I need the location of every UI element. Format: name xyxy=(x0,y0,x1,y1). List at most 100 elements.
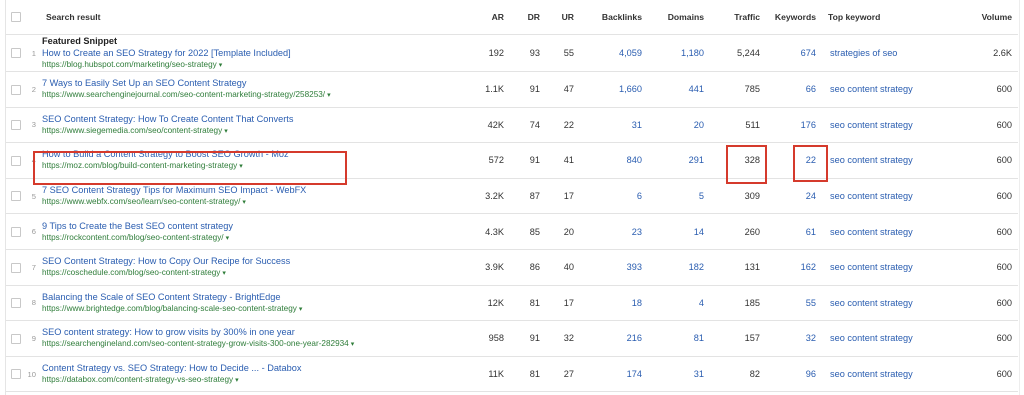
checkbox-box[interactable] xyxy=(11,298,21,309)
keywords-link[interactable]: 32 xyxy=(766,320,822,357)
header-ur[interactable]: UR xyxy=(546,0,580,35)
result-title-link[interactable]: How to Create an SEO Strategy for 2022 [… xyxy=(42,47,460,59)
header-volume[interactable]: Volume xyxy=(946,0,1018,35)
url-dropdown-icon[interactable]: ▾ xyxy=(242,199,246,206)
row-checkbox[interactable] xyxy=(6,34,26,72)
checkbox-box[interactable] xyxy=(11,84,21,95)
checkbox-box[interactable] xyxy=(11,191,21,202)
header-top-keyword[interactable]: Top keyword xyxy=(822,0,946,35)
keywords-link[interactable]: 176 xyxy=(766,107,822,144)
traffic-value: 185 xyxy=(710,285,766,322)
domains-link[interactable]: 5 xyxy=(648,178,710,215)
top-keyword-link[interactable]: seo content strategy xyxy=(822,71,946,108)
checkbox-box[interactable] xyxy=(11,12,21,23)
row-checkbox[interactable] xyxy=(6,249,26,286)
keywords-link[interactable]: 96 xyxy=(766,356,822,393)
result-title-link[interactable]: SEO content strategy: How to grow visits… xyxy=(42,326,460,338)
top-keyword-link[interactable]: seo content strategy xyxy=(822,356,946,393)
header-search-result[interactable]: Search result xyxy=(40,0,466,35)
domains-link[interactable]: 31 xyxy=(648,356,710,393)
keywords-link[interactable]: 61 xyxy=(766,213,822,250)
row-checkbox[interactable] xyxy=(6,285,26,322)
backlinks-link[interactable]: 216 xyxy=(580,320,648,357)
checkbox-box[interactable] xyxy=(11,262,21,273)
domains-link[interactable]: 441 xyxy=(648,71,710,108)
backlinks-link[interactable]: 174 xyxy=(580,356,648,393)
backlinks-link[interactable]: 23 xyxy=(580,213,648,250)
row-checkbox[interactable] xyxy=(6,142,26,179)
keywords-link[interactable]: 55 xyxy=(766,285,822,322)
domains-link[interactable]: 81 xyxy=(648,320,710,357)
top-keyword-link[interactable]: seo content strategy xyxy=(822,285,946,322)
top-keyword-link[interactable]: seo content strategy xyxy=(822,249,946,286)
url-dropdown-icon[interactable]: ▾ xyxy=(327,92,331,99)
ur-value: 40 xyxy=(546,249,580,286)
checkbox-box[interactable] xyxy=(11,369,21,380)
checkbox-box[interactable] xyxy=(11,48,21,59)
result-url-link[interactable]: https://rockcontent.com/blog/seo-content… xyxy=(42,233,224,242)
url-dropdown-icon[interactable]: ▾ xyxy=(224,128,228,135)
backlinks-link[interactable]: 31 xyxy=(580,107,648,144)
top-keyword-link[interactable]: seo content strategy xyxy=(822,320,946,357)
checkbox-box[interactable] xyxy=(11,226,21,237)
result-title-link[interactable]: SEO Content Strategy: How to Copy Our Re… xyxy=(42,255,460,267)
top-keyword-link[interactable]: strategies of seo xyxy=(822,34,946,72)
header-traffic[interactable]: Traffic xyxy=(710,0,766,35)
url-dropdown-icon[interactable]: ▾ xyxy=(222,270,226,277)
result-title-link[interactable]: SEO Content Strategy: How To Create Cont… xyxy=(42,113,460,125)
row-checkbox[interactable] xyxy=(6,320,26,357)
result-url-link[interactable]: https://www.webfx.com/seo/learn/seo-cont… xyxy=(42,197,240,206)
top-keyword-link[interactable]: seo content strategy xyxy=(822,107,946,144)
header-keywords[interactable]: Keywords xyxy=(766,0,822,35)
backlinks-link[interactable]: 1,660 xyxy=(580,71,648,108)
result-title-link[interactable]: Content Strategy vs. SEO Strategy: How t… xyxy=(42,362,460,374)
backlinks-link[interactable]: 4,059 xyxy=(580,34,648,72)
keywords-link[interactable]: 24 xyxy=(766,178,822,215)
keywords-link[interactable]: 66 xyxy=(766,71,822,108)
url-dropdown-icon[interactable]: ▾ xyxy=(351,341,355,348)
domains-link[interactable]: 14 xyxy=(648,213,710,250)
row-checkbox[interactable] xyxy=(6,107,26,144)
result-url-link[interactable]: https://www.siegemedia.com/seo/content-s… xyxy=(42,126,222,135)
result-title-link[interactable]: 7 SEO Content Strategy Tips for Maximum … xyxy=(42,184,460,196)
checkbox-box[interactable] xyxy=(11,120,21,131)
backlinks-link[interactable]: 393 xyxy=(580,249,648,286)
backlinks-link[interactable]: 18 xyxy=(580,285,648,322)
checkbox-box[interactable] xyxy=(11,333,21,344)
header-dr[interactable]: DR xyxy=(510,0,546,35)
result-url-link[interactable]: https://www.brightedge.com/blog/balancin… xyxy=(42,304,297,313)
backlinks-link[interactable]: 6 xyxy=(580,178,648,215)
top-keyword-link[interactable]: seo content strategy xyxy=(822,142,946,179)
row-checkbox[interactable] xyxy=(6,356,26,393)
result-url-link[interactable]: https://searchengineland.com/seo-content… xyxy=(42,339,349,348)
url-dropdown-icon[interactable]: ▾ xyxy=(235,377,239,384)
domains-link[interactable]: 1,180 xyxy=(648,34,710,72)
row-checkbox[interactable] xyxy=(6,213,26,250)
result-title-link[interactable]: 7 Ways to Easily Set Up an SEO Content S… xyxy=(42,77,460,89)
keywords-link[interactable]: 674 xyxy=(766,34,822,72)
url-dropdown-icon[interactable]: ▾ xyxy=(219,62,223,69)
keywords-link[interactable]: 162 xyxy=(766,249,822,286)
header-backlinks[interactable]: Backlinks xyxy=(580,0,648,35)
top-keyword-link[interactable]: seo content strategy xyxy=(822,178,946,215)
result-url-link[interactable]: https://blog.hubspot.com/marketing/seo-s… xyxy=(42,60,217,69)
url-dropdown-icon[interactable]: ▾ xyxy=(226,235,230,242)
result-url-link[interactable]: https://www.searchenginejournal.com/seo-… xyxy=(42,90,325,99)
domains-link[interactable]: 4 xyxy=(648,285,710,322)
result-url-link[interactable]: https://coschedule.com/blog/seo-content-… xyxy=(42,268,220,277)
result-title-link[interactable]: Balancing the Scale of SEO Content Strat… xyxy=(42,291,460,303)
backlinks-link[interactable]: 840 xyxy=(580,142,648,179)
row-checkbox[interactable] xyxy=(6,71,26,108)
result-url-link[interactable]: https://databox.com/content-strategy-vs-… xyxy=(42,375,233,384)
top-keyword-link[interactable]: seo content strategy xyxy=(822,213,946,250)
header-ar[interactable]: AR xyxy=(466,0,510,35)
row-checkbox[interactable] xyxy=(6,178,26,215)
header-domains[interactable]: Domains xyxy=(648,0,710,35)
select-all-checkbox[interactable] xyxy=(6,0,26,35)
checkbox-box[interactable] xyxy=(11,155,21,166)
result-title-link[interactable]: 9 Tips to Create the Best SEO content st… xyxy=(42,220,460,232)
url-dropdown-icon[interactable]: ▾ xyxy=(299,306,303,313)
domains-link[interactable]: 20 xyxy=(648,107,710,144)
domains-link[interactable]: 291 xyxy=(648,142,710,179)
domains-link[interactable]: 182 xyxy=(648,249,710,286)
